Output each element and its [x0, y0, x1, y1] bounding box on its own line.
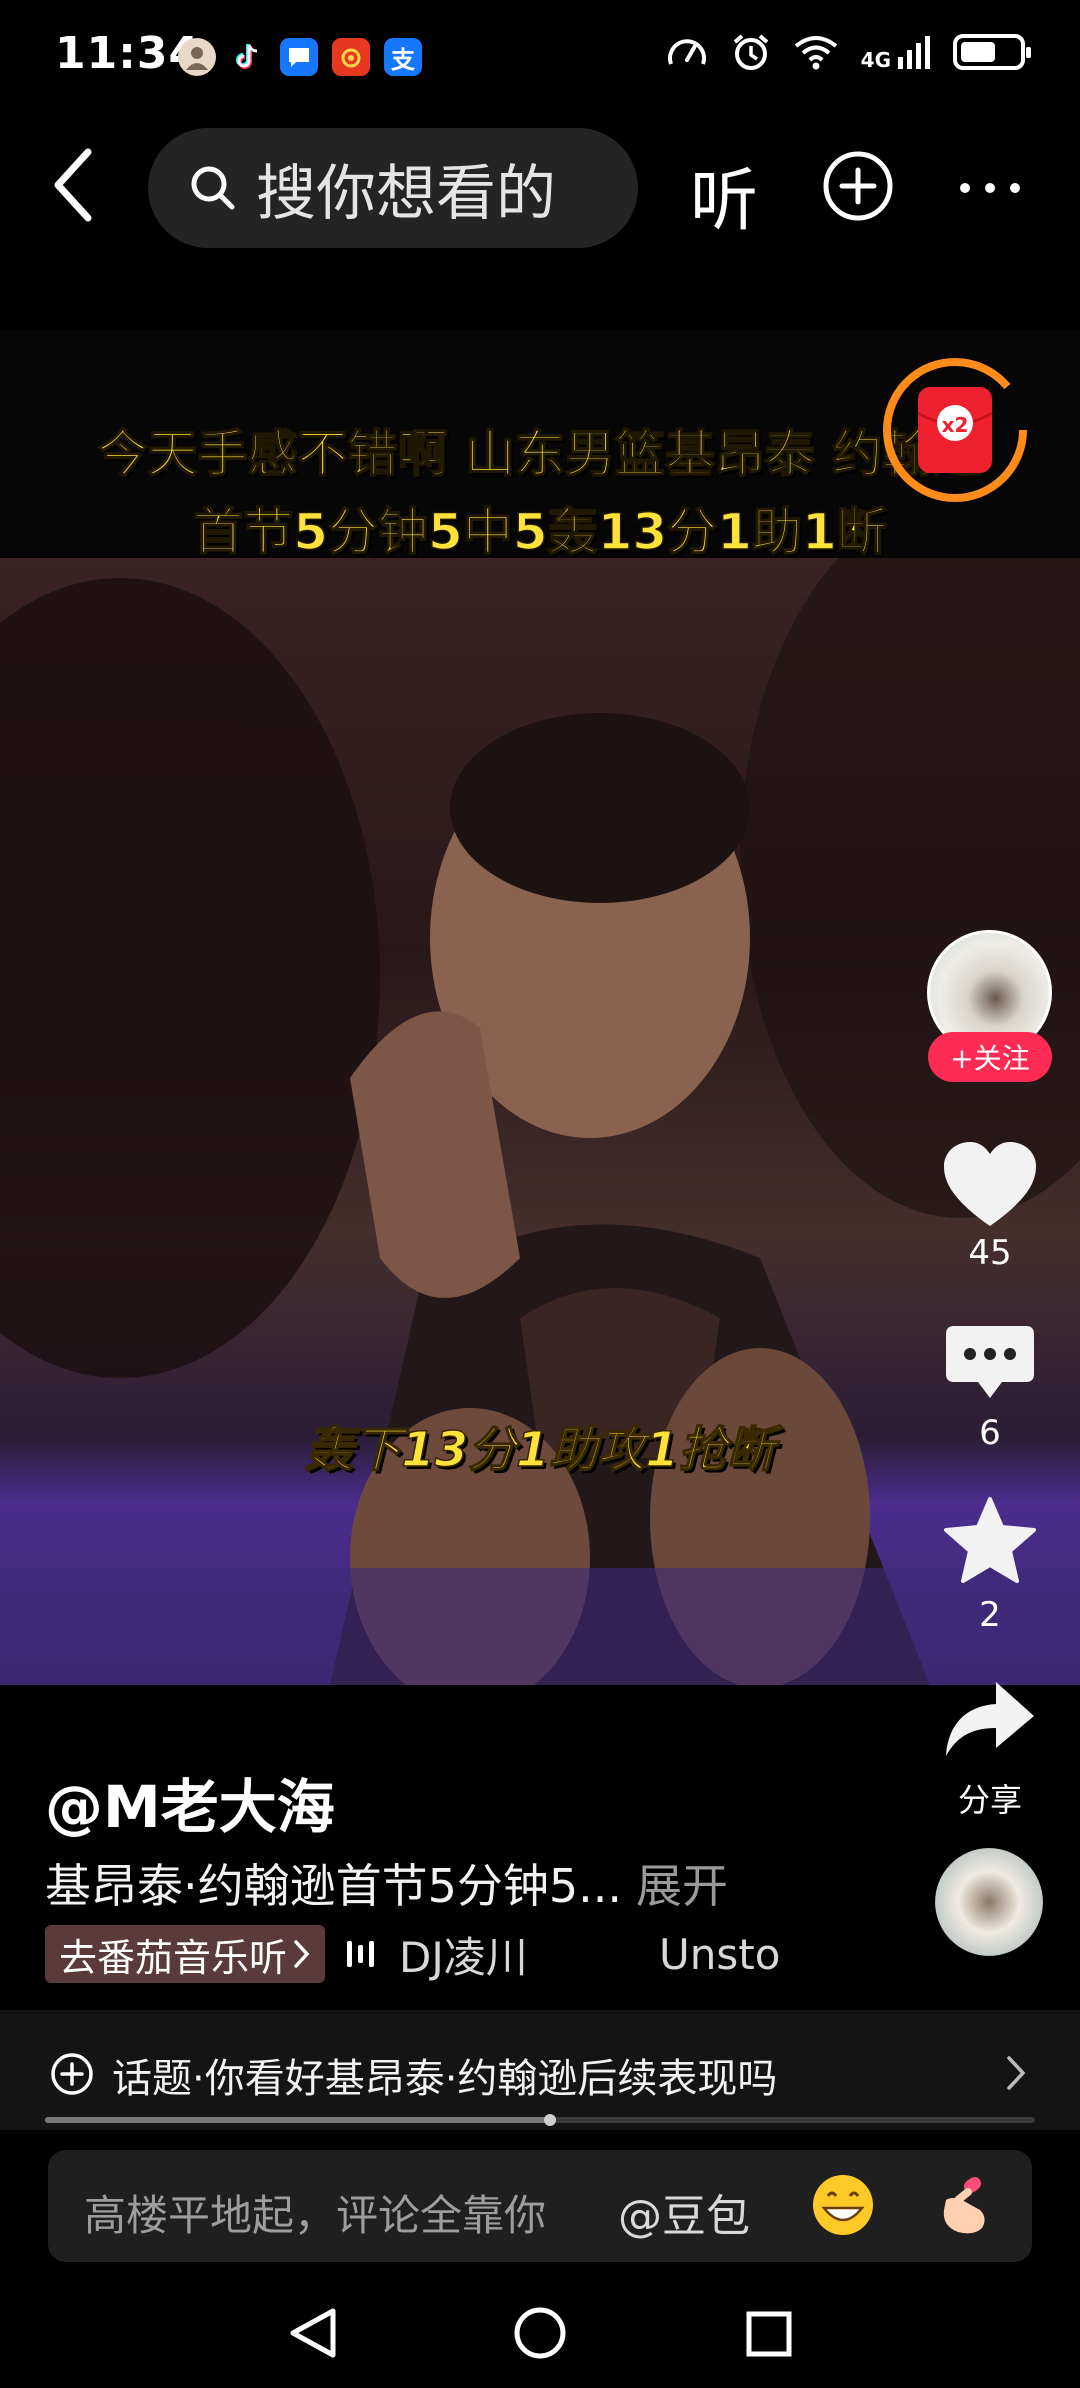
signal-bars-icon	[898, 36, 930, 69]
follow-button[interactable]: +关注	[928, 1032, 1052, 1082]
red-packet-multiplier: x2	[941, 413, 969, 437]
progress-fill	[45, 2117, 550, 2123]
basketball-player-image	[0, 498, 1080, 1685]
status-icons: 4G	[665, 32, 1031, 72]
video-subtitle: 轰下13分1助攻1抢断	[304, 1421, 775, 1479]
favorite-button[interactable]	[940, 1495, 1040, 1589]
comment-input[interactable]: 高楼平地起，评论全靠你 @豆包	[48, 2150, 1032, 2262]
search-box[interactable]: 搜你想看的	[148, 128, 638, 248]
search-icon	[191, 166, 235, 210]
avatar-notification-icon	[178, 38, 216, 76]
back-button[interactable]	[40, 140, 110, 230]
music-disc[interactable]	[935, 1848, 1043, 1956]
plus-circle-small-icon	[51, 2053, 93, 2095]
message-icon	[280, 38, 318, 76]
music-row: 去番茄音乐听 DJ凌川 Unsto	[45, 1925, 799, 1983]
music-title[interactable]: DJ凌川	[399, 1924, 629, 1985]
topic-bar[interactable]: 话题·你看好基昂泰·约翰逊后续表现吗	[0, 2010, 1080, 2130]
music-wave-icon	[347, 1941, 375, 1967]
network-label: 4G	[860, 48, 891, 72]
like-count: 45	[968, 1233, 1012, 1273]
like-button[interactable]	[940, 1140, 1040, 1234]
add-button[interactable]	[822, 150, 894, 226]
red-packet-button[interactable]: x2	[880, 355, 1030, 505]
tiktok-icon	[228, 38, 266, 76]
video-progress-bar[interactable]	[45, 2114, 1035, 2126]
wifi-icon	[794, 36, 837, 70]
speed-icon	[667, 39, 706, 65]
share-arrow-icon	[946, 1682, 1034, 1756]
star-icon	[944, 1497, 1036, 1583]
expand-link[interactable]: 展开	[636, 1859, 728, 1913]
comment-button[interactable]	[940, 1320, 1040, 1410]
music-title-scroll: Unsto	[659, 1929, 781, 1979]
share-button[interactable]	[940, 1678, 1040, 1768]
more-button[interactable]	[955, 168, 1025, 212]
favorite-count: 2	[979, 1595, 1001, 1635]
video-frame	[0, 498, 1080, 1685]
description-text: 基昂泰·约翰逊首节5分钟5...	[45, 1859, 623, 1913]
video-description: 基昂泰·约翰逊首节5分钟5... 展开	[45, 1850, 728, 1916]
mention-doubao-button[interactable]: @豆包	[618, 2180, 750, 2244]
chevron-right-icon	[294, 1940, 310, 1968]
comment-count: 6	[979, 1413, 1001, 1453]
progress-knob[interactable]	[543, 2114, 556, 2126]
topic-text: 话题·你看好基昂泰·约翰逊后续表现吗	[112, 2056, 778, 2102]
alipay-icon: 支	[384, 38, 422, 76]
battery-level	[961, 42, 995, 62]
search-placeholder: 搜你想看的	[256, 158, 556, 229]
weibo-icon	[332, 38, 370, 76]
nav-home-button[interactable]	[512, 2305, 568, 2361]
comment-placeholder: 高楼平地起，评论全靠你	[84, 2191, 547, 2240]
nav-recents-button[interactable]	[745, 2310, 793, 2358]
listen-button[interactable]: 听	[690, 145, 758, 244]
cellular-signal: 4G	[860, 35, 931, 72]
nav-back-button[interactable]	[285, 2305, 341, 2361]
comment-bubble-icon	[946, 1326, 1034, 1398]
alarm-icon	[733, 34, 768, 70]
author-name[interactable]: @M老大海	[45, 1760, 335, 1844]
plus-circle-icon	[823, 151, 893, 221]
chevron-right-icon	[1007, 2056, 1026, 2090]
tomato-music-label: 去番茄音乐听	[59, 1935, 288, 1980]
finger-heart-emoji-icon[interactable]	[928, 2170, 998, 2240]
battery-icon	[953, 34, 1031, 70]
video-player[interactable]: 今天手感不错啊 山东男篮基昂泰 约翰逊 首节5分钟5中5轰13分1助1断 轰下1…	[0, 330, 1080, 1685]
more-dots-icon	[960, 183, 1020, 193]
tomato-music-button[interactable]: 去番茄音乐听	[45, 1925, 326, 1983]
status-bar: 11:34 支 4G	[0, 0, 1080, 115]
chevron-left-icon	[54, 148, 92, 222]
heart-icon	[944, 1142, 1036, 1226]
share-label: 分享	[957, 1781, 1022, 1819]
grin-emoji-icon[interactable]	[808, 2170, 878, 2240]
